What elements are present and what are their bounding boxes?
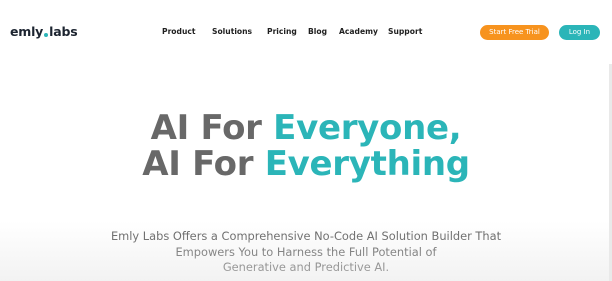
logo-dot-icon	[44, 32, 49, 37]
logo-text-emly: emly	[10, 24, 44, 39]
nav-item-academy[interactable]: Academy	[339, 26, 378, 38]
nav-item-product[interactable]: Product	[162, 26, 196, 38]
hero-heading-line-2: AI For Everything	[0, 146, 612, 182]
nav-item-pricing[interactable]: Pricing	[267, 26, 297, 38]
nav-item-solutions[interactable]: Solutions	[212, 26, 252, 38]
hero-line2-highlight: Everything	[264, 144, 470, 184]
hero-line1-highlight: Everyone,	[273, 108, 462, 148]
hero-heading-line-1: AI For Everyone,	[0, 110, 612, 146]
hero-subtitle: Emly Labs Offers a Comprehensive No-Code…	[0, 229, 612, 276]
nav-item-blog[interactable]: Blog	[308, 26, 327, 38]
start-free-trial-button[interactable]: Start Free Trial	[480, 25, 549, 40]
logo-text-labs: labs	[49, 24, 78, 39]
emly-labs-logo[interactable]: emly labs	[10, 24, 78, 40]
top-navigation: emly labs Product Solutions Pricing Blog…	[0, 0, 612, 64]
nav-item-support[interactable]: Support	[388, 26, 422, 38]
hero-subtitle-line-2: Empowers You to Harness the Full Potenti…	[175, 244, 437, 259]
hero-line2-prefix: AI For	[142, 144, 254, 184]
hero-subtitle-line-1: Emly Labs Offers a Comprehensive No-Code…	[110, 229, 502, 243]
login-button[interactable]: Log In	[559, 25, 600, 40]
hero-heading: AI For Everyone, AI For Everything	[0, 110, 612, 182]
hero-subtitle-line-3: Generative and Predictive AI.	[222, 260, 390, 274]
hero-line1-prefix: AI For	[150, 108, 262, 148]
